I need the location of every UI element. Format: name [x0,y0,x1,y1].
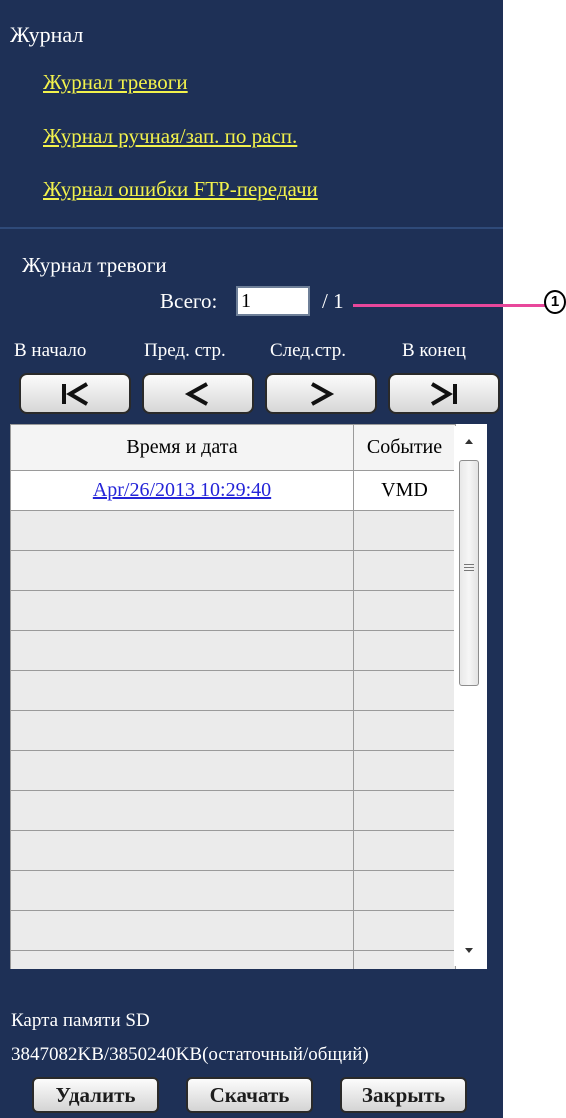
empty-table-row [10,790,456,831]
log-event-cell: VMD [353,470,456,511]
empty-table-row [10,950,456,969]
delete-button[interactable]: Удалить [32,1077,159,1113]
alarm-log-table: Время и дата Событие Apr/26/2013 10:29:4… [10,424,456,969]
close-button[interactable]: Закрыть [340,1077,467,1113]
empty-table-row [10,590,456,631]
first-page-icon [62,381,89,406]
empty-table-row [10,750,456,791]
log-datetime-link[interactable]: Apr/26/2013 10:29:40 [93,479,271,501]
page-total: / 1 [322,289,344,313]
table-scrollbar[interactable] [454,426,484,966]
table-row[interactable]: Apr/26/2013 10:29:40 VMD [10,470,456,511]
alarm-log-title: Журнал тревоги [22,253,167,277]
ftp-error-log-link[interactable]: Журнал ошибки FTP-передачи [43,177,318,202]
empty-table-row [10,870,456,911]
alarm-log-table-container: Время и дата Событие Apr/26/2013 10:29:4… [10,424,487,969]
column-header-datetime: Время и дата [10,424,354,471]
scrollbar-thumb[interactable] [459,460,479,686]
empty-table-row [10,550,456,591]
previous-page-label: Пред. стр. [144,340,226,361]
sd-card-label: Карта памяти SD [11,1010,150,1031]
empty-table-row [10,710,456,751]
log-menu-title: Журнал [10,22,84,47]
scroll-up-arrow-icon[interactable] [454,426,484,456]
scrollbar-grip-icon [464,564,474,573]
page-number-input[interactable] [236,286,310,316]
last-page-label: В конец [402,340,466,361]
first-page-button[interactable] [19,373,131,414]
total-label: Всего: [160,289,218,313]
empty-table-row [10,510,456,551]
table-header-row: Время и дата Событие [10,424,456,471]
previous-page-button[interactable] [142,373,254,414]
last-page-button[interactable] [388,373,500,414]
next-page-button[interactable] [265,373,377,414]
last-page-icon [430,381,457,406]
sd-card-capacity: 3847082KB/3850240KB(остаточный/общий) [11,1044,369,1065]
empty-table-row [10,670,456,711]
manual-schedule-log-link[interactable]: Журнал ручная/зап. по расп. [43,124,297,149]
next-page-label: След.стр. [270,340,346,361]
previous-page-icon [184,381,208,406]
callout-number-badge: 1 [544,290,566,314]
callout-leader-line [353,304,546,307]
next-page-icon [311,381,335,406]
scroll-down-arrow-icon[interactable] [454,936,484,966]
column-header-event: Событие [353,424,456,471]
download-button[interactable]: Скачать [186,1077,313,1113]
empty-table-row [10,630,456,671]
alarm-log-link[interactable]: Журнал тревоги [43,70,188,95]
log-panel: Журнал Журнал тревоги Журнал ручная/зап.… [0,0,503,1118]
empty-table-row [10,830,456,871]
first-page-label: В начало [14,340,87,361]
section-divider [0,227,503,229]
empty-table-row [10,910,456,951]
